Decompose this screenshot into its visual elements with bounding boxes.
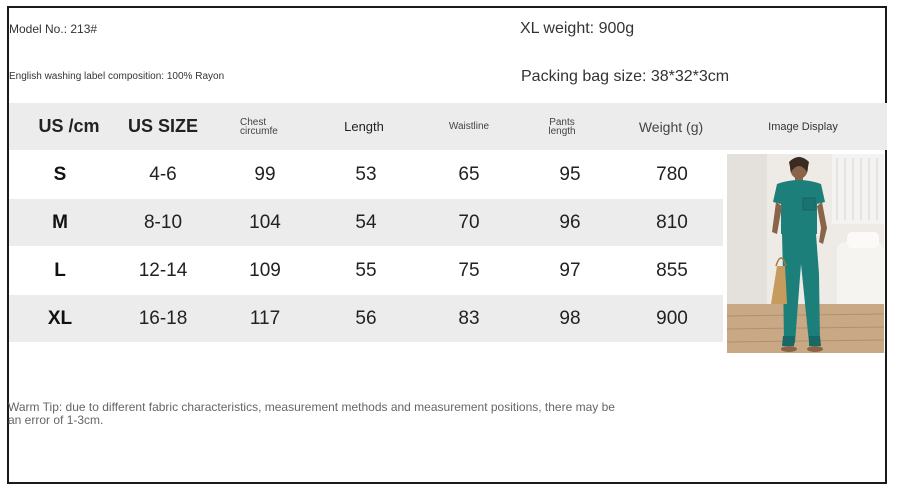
size-cell: S (53, 163, 67, 185)
weight-cell: 855 (656, 259, 688, 281)
length-cell: 55 (355, 259, 377, 281)
pants-cell: 97 (559, 259, 581, 281)
composition-label: English washing label composition: 100% … (9, 71, 225, 82)
us-size-cell: 12-14 (138, 259, 188, 281)
header-waistline: Waistline (448, 121, 490, 132)
warm-tip: Warm Tip: due to different fabric charac… (8, 400, 615, 427)
waist-cell: 65 (458, 163, 480, 185)
us-size-cell: 4-6 (149, 163, 177, 185)
packing-size: Packing bag size: 38*32*3cm (521, 68, 730, 85)
pants-cell: 98 (559, 307, 581, 329)
weight-cell: 810 (656, 211, 688, 233)
table-row: M 8-10 104 54 70 96 810 (9, 199, 723, 246)
pants-cell: 96 (559, 211, 581, 233)
header-length: Length (344, 119, 384, 134)
weight-cell: 780 (656, 163, 688, 185)
header-image-display: Image Display (768, 120, 838, 133)
waist-cell: 75 (458, 259, 480, 281)
size-cell: XL (47, 307, 73, 329)
table-header: US /cm US SIZE Chest circumfe Length Wai… (9, 103, 887, 150)
us-size-cell: 8-10 (143, 211, 183, 233)
header-weight: Weight (g) (638, 118, 704, 135)
us-size-cell: 16-18 (138, 307, 188, 329)
header-us-cm: US /cm (38, 116, 100, 136)
chest-cell: 99 (254, 163, 276, 185)
table-row: XL 16-18 117 56 83 98 900 (9, 295, 723, 342)
chest-cell: 104 (249, 211, 281, 233)
size-cell: L (54, 259, 66, 281)
header-us-size: US SIZE (127, 116, 198, 136)
waist-cell: 70 (458, 211, 480, 233)
size-cell: M (52, 211, 68, 233)
length-cell: 53 (355, 163, 377, 185)
xl-weight: XL weight: 900g (520, 20, 635, 37)
table-row: L 12-14 109 55 75 97 855 (9, 247, 723, 294)
product-photo (727, 154, 884, 353)
length-cell: 54 (355, 211, 377, 233)
weight-cell: 900 (656, 307, 688, 329)
header-chest: Chest circumfe (240, 116, 278, 137)
model-number: Model No.: 213# (9, 22, 98, 36)
pants-cell: 95 (559, 163, 581, 185)
length-cell: 56 (355, 307, 377, 329)
chest-cell: 109 (249, 259, 281, 281)
table-row: S 4-6 99 53 65 95 780 (9, 151, 723, 198)
chest-cell: 117 (249, 307, 281, 329)
header-pants-length: Pants length (548, 116, 576, 137)
waist-cell: 83 (458, 307, 480, 329)
